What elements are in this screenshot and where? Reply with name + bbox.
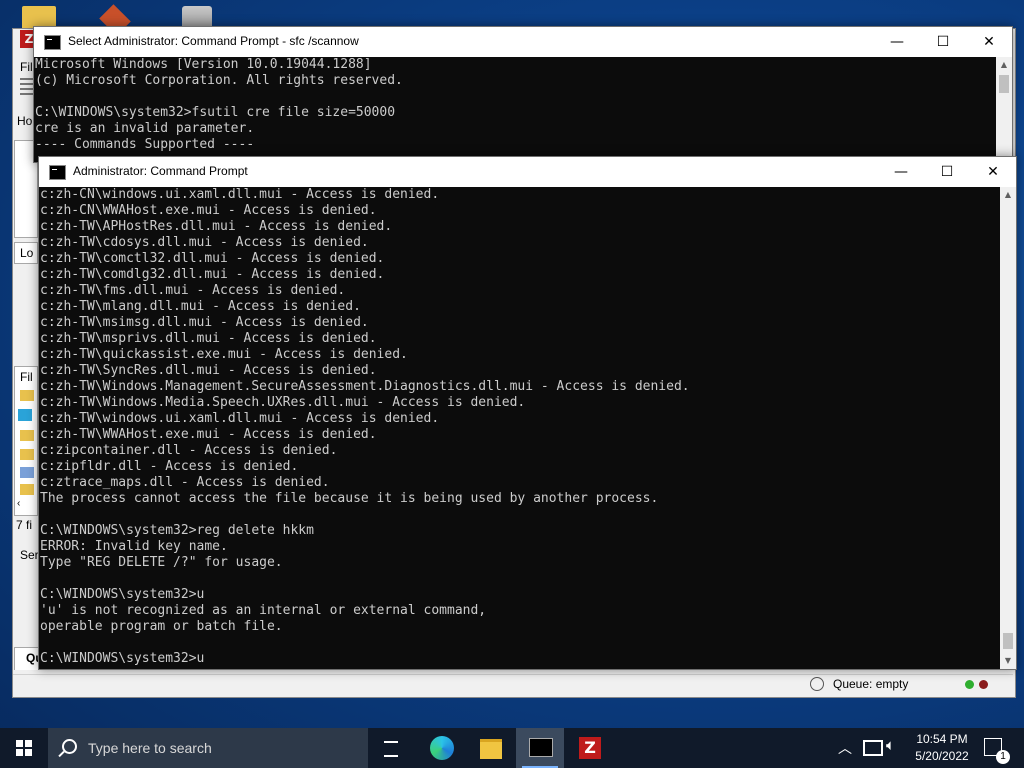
folder-icon — [20, 484, 34, 495]
command-prompt-icon — [529, 738, 553, 757]
console-line: c:zipcontainer.dll - Access is denied. — [40, 443, 338, 458]
console-line: c:zh-TW\cdosys.dll.mui - Access is denie… — [40, 235, 369, 250]
console-line: ERROR: Invalid key name. — [40, 539, 228, 554]
user-folder-icon — [20, 467, 34, 478]
console-line: Type "REG DELETE /?" for usage. — [40, 555, 283, 570]
console-line: c:zh-TW\Windows.Management.SecureAssessm… — [40, 379, 690, 394]
scroll-left-icon[interactable]: ‹ — [17, 498, 20, 509]
start-button[interactable] — [0, 728, 48, 768]
queue-status-text: Queue: empty — [833, 677, 909, 691]
folder-icon — [20, 430, 34, 441]
windows-logo-icon — [16, 740, 32, 756]
file-explorer-icon — [480, 739, 502, 759]
console-line: operable program or batch file. — [40, 619, 283, 634]
taskbar-search-box[interactable]: Type here to search — [48, 728, 368, 768]
scrollbar-thumb[interactable] — [999, 75, 1009, 93]
filezilla-menu-file[interactable]: Fil — [20, 60, 33, 74]
folder-icon — [20, 449, 34, 460]
console-line: c:zh-TW\Windows.Media.Speech.UXRes.dll.m… — [40, 395, 526, 410]
queue-status-icon — [810, 677, 824, 691]
notification-badge: 1 — [996, 750, 1010, 764]
console-line: c:zh-CN\windows.ui.xaml.dll.mui - Access… — [40, 187, 440, 202]
filezilla-local-site-label: Lo — [20, 246, 34, 260]
filezilla-taskbar-button[interactable]: Z — [566, 728, 614, 768]
minimize-button[interactable]: — — [878, 157, 924, 187]
console-line: c:zh-TW\quickassist.exe.mui - Access is … — [40, 347, 408, 362]
front-console-scrollbar[interactable]: ▲ ▼ — [1000, 187, 1016, 669]
console-app-icon — [44, 35, 61, 50]
maximize-button[interactable]: ☐ — [924, 157, 970, 187]
search-placeholder: Type here to search — [88, 740, 212, 756]
toolbar-icon[interactable] — [20, 78, 34, 98]
filezilla-host-label: Ho — [17, 114, 33, 128]
front-window-title: Administrator: Command Prompt — [73, 164, 248, 178]
show-hidden-icons-chevron-icon[interactable]: ︿ — [838, 738, 852, 758]
console-line: The process cannot access the file becau… — [40, 491, 659, 506]
front-command-prompt-window[interactable]: Administrator: Command Prompt — ☐ ✕ c:zh… — [38, 156, 1017, 670]
console-line: C:\WINDOWS\system32>u — [40, 651, 205, 666]
console-line: c:zh-TW\mlang.dll.mui - Access is denied… — [40, 299, 361, 314]
back-console-scrollbar[interactable]: ▲ — [996, 57, 1012, 162]
console-line: C:\WINDOWS\system32>fsutil cre file size… — [35, 105, 396, 120]
console-line: c:zh-TW\comctl32.dll.mui - Access is den… — [40, 251, 385, 266]
console-line: 'u' is not recognized as an internal or … — [40, 603, 487, 618]
console-line: c:zh-CN\WWAHost.exe.mui - Access is deni… — [40, 203, 377, 218]
scroll-up-icon[interactable]: ▲ — [996, 57, 1012, 73]
folder-icon — [20, 390, 34, 401]
close-button[interactable]: ✕ — [970, 157, 1016, 187]
console-line: Microsoft Windows [Version 10.0.19044.12… — [35, 57, 372, 72]
console-app-icon — [49, 165, 66, 180]
search-icon — [62, 739, 77, 754]
green-indicator-icon — [965, 680, 974, 689]
maximize-button[interactable]: ☐ — [920, 27, 966, 57]
filezilla-server-column: Ser — [20, 548, 39, 562]
console-line: cre is an invalid parameter. — [35, 121, 255, 136]
filezilla-file-count: 7 fi — [16, 518, 33, 532]
back-console-output[interactable]: Microsoft Windows [Version 10.0.19044.12… — [34, 57, 996, 162]
red-indicator-icon — [979, 680, 988, 689]
back-window-title: Select Administrator: Command Prompt - s… — [68, 34, 359, 48]
console-line: c:zh-TW\APHostRes.dll.mui - Access is de… — [40, 219, 393, 234]
filezilla-files-header: Fil — [20, 370, 33, 384]
edge-icon — [430, 736, 454, 760]
task-view-button[interactable] — [368, 728, 416, 768]
console-line: c:zh-TW\windows.ui.xaml.dll.mui - Access… — [40, 411, 440, 426]
console-line: c:zipfldr.dll - Access is denied. — [40, 459, 299, 474]
front-console-output[interactable]: c:zh-CN\windows.ui.xaml.dll.mui - Access… — [39, 187, 1000, 669]
scroll-down-icon[interactable]: ▼ — [1000, 653, 1016, 669]
volume-icon[interactable]: 🔈︎ — [886, 737, 895, 754]
file-explorer-taskbar-button[interactable] — [467, 728, 515, 768]
front-window-titlebar[interactable]: Administrator: Command Prompt — ☐ ✕ — [39, 157, 1016, 187]
clock-date[interactable]: 5/20/2022 — [910, 749, 974, 763]
drive-icon — [18, 409, 32, 421]
console-line: c:ztrace_maps.dll - Access is denied. — [40, 475, 330, 490]
console-line: C:\WINDOWS\system32>u — [40, 587, 205, 602]
console-line: c:zh-TW\WWAHost.exe.mui - Access is deni… — [40, 427, 377, 442]
clock-time[interactable]: 10:54 PM — [910, 732, 974, 746]
minimize-button[interactable]: — — [874, 27, 920, 57]
back-command-prompt-window[interactable]: Select Administrator: Command Prompt - s… — [33, 26, 1013, 163]
edge-taskbar-button[interactable] — [418, 728, 466, 768]
command-prompt-taskbar-button[interactable] — [516, 728, 564, 768]
task-view-icon — [384, 741, 398, 757]
close-button[interactable]: ✕ — [966, 27, 1012, 57]
console-line: c:zh-TW\fms.dll.mui - Access is denied. — [40, 283, 346, 298]
network-icon[interactable] — [863, 740, 883, 756]
console-line: (c) Microsoft Corporation. All rights re… — [35, 73, 403, 88]
console-line: c:zh-TW\msprivs.dll.mui - Access is deni… — [40, 331, 377, 346]
scrollbar-thumb[interactable] — [1003, 633, 1013, 649]
console-line: ---- Commands Supported ---- — [35, 137, 255, 152]
scroll-up-icon[interactable]: ▲ — [1000, 187, 1016, 203]
console-line: c:zh-TW\msimsg.dll.mui - Access is denie… — [40, 315, 369, 330]
back-window-titlebar[interactable]: Select Administrator: Command Prompt - s… — [34, 27, 1012, 57]
console-line: c:zh-TW\SyncRes.dll.mui - Access is deni… — [40, 363, 377, 378]
filezilla-icon: Z — [579, 737, 601, 759]
console-line: C:\WINDOWS\system32>reg delete hkkm — [40, 523, 314, 538]
console-line: c:zh-TW\comdlg32.dll.mui - Access is den… — [40, 267, 385, 282]
